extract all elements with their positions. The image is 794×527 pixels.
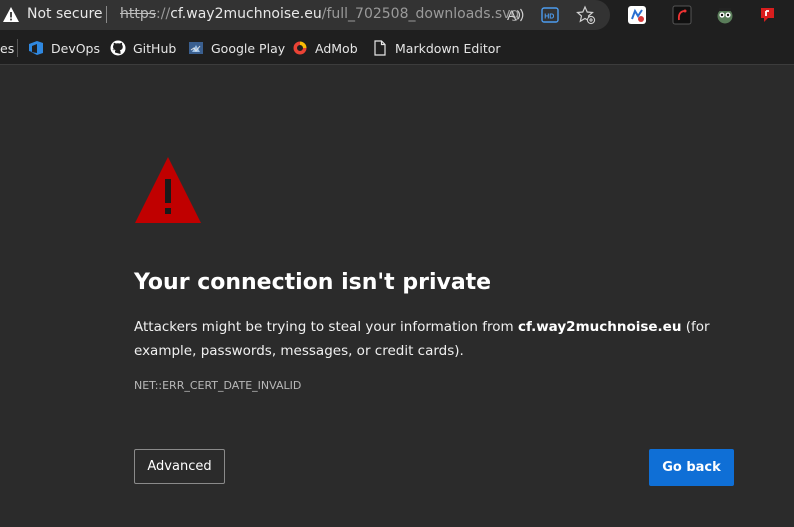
- error-message-prefix: Attackers might be trying to steal your …: [134, 319, 518, 335]
- hd-icon[interactable]: HD: [540, 5, 560, 25]
- extension-1-icon[interactable]: [627, 5, 647, 25]
- url-scheme-separator: ://: [156, 6, 171, 22]
- admob-icon: [293, 41, 307, 55]
- page-title: Your connection isn't private: [134, 270, 492, 295]
- bookmark-devops[interactable]: DevOps: [28, 38, 100, 58]
- alert-triangle-icon: [135, 157, 201, 223]
- bookmark-admob[interactable]: AdMob: [292, 38, 358, 58]
- url-text[interactable]: https://cf.way2muchnoise.eu/full_702508_…: [120, 6, 519, 22]
- bookmark-label: es: [0, 40, 15, 56]
- devops-icon: [29, 41, 43, 55]
- bookmark-partial[interactable]: es: [0, 38, 14, 58]
- favorites-add-icon[interactable]: [576, 5, 596, 25]
- url-path: /full_702508_downloads.svg: [321, 6, 520, 22]
- svg-text:HD: HD: [544, 14, 554, 21]
- bookmark-separator: [17, 39, 18, 57]
- github-icon: [110, 40, 126, 56]
- bookmarks-bar: es DevOps GitHub Google Play AdMob Markd…: [0, 30, 794, 65]
- extension-3-icon[interactable]: [715, 5, 735, 25]
- address-bar[interactable]: Not secure https://cf.way2muchnoise.eu/f…: [0, 0, 610, 30]
- warning-icon[interactable]: [2, 6, 20, 23]
- browser-toolbar: Not secure https://cf.way2muchnoise.eu/f…: [0, 0, 794, 30]
- bookmark-label: Google Play: [211, 40, 286, 56]
- document-icon: [374, 40, 386, 56]
- bookmark-google-play[interactable]: Google Play: [188, 38, 285, 58]
- error-message-host: cf.way2muchnoise.eu: [517, 319, 682, 335]
- url-host: cf.way2muchnoise.eu: [170, 6, 322, 22]
- bookmark-label: AdMob: [315, 40, 358, 56]
- address-separator: [106, 6, 107, 23]
- bookmark-github[interactable]: GitHub: [110, 38, 176, 58]
- bookmark-label: Markdown Editor: [395, 40, 501, 56]
- bookmark-label: DevOps: [51, 40, 100, 56]
- error-code[interactable]: NET::ERR_CERT_DATE_INVALID: [134, 379, 301, 392]
- url-scheme: https: [120, 6, 157, 22]
- go-back-button[interactable]: Go back: [649, 449, 734, 486]
- extension-4-icon[interactable]: [758, 5, 778, 25]
- bookmark-label: GitHub: [133, 40, 177, 56]
- security-status-label[interactable]: Not secure: [27, 6, 103, 22]
- advanced-button[interactable]: Advanced: [134, 449, 225, 484]
- svg-text:A: A: [507, 7, 517, 23]
- google-play-icon: [189, 42, 203, 54]
- bookmark-markdown-editor[interactable]: Markdown Editor: [372, 38, 501, 58]
- extension-2-icon[interactable]: [672, 5, 692, 25]
- read-aloud-icon[interactable]: A: [505, 5, 525, 25]
- error-message: Attackers might be trying to steal your …: [134, 315, 734, 363]
